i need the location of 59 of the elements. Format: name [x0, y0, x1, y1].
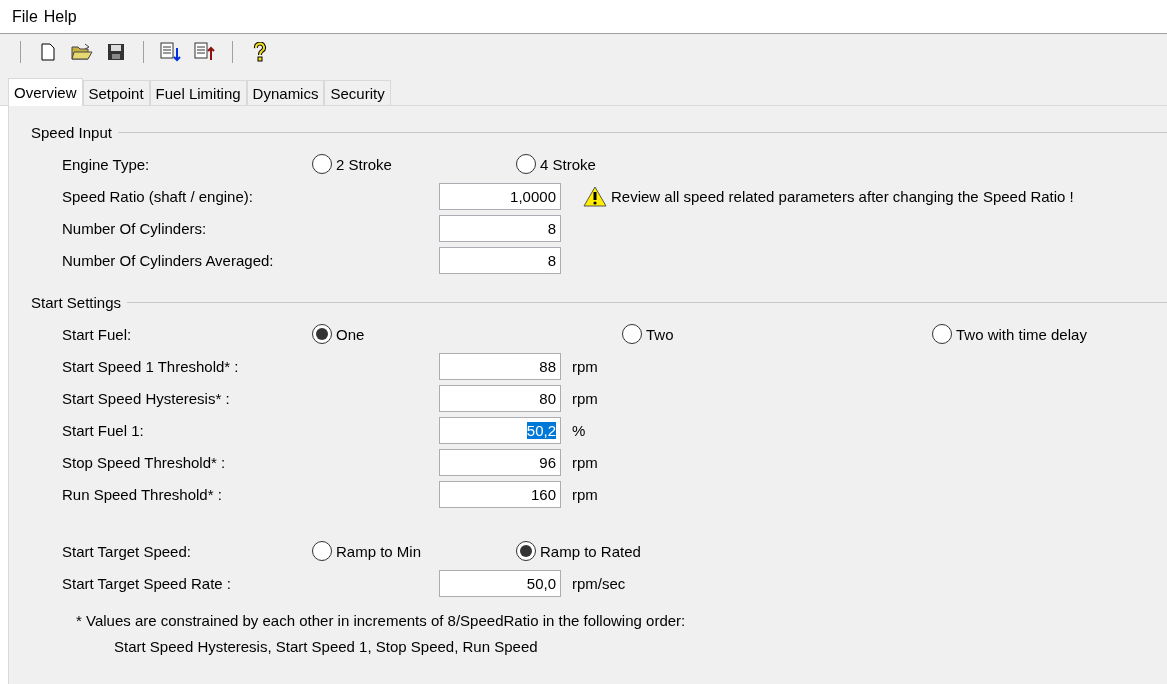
field-label: Stop Speed Threshold* :: [62, 453, 227, 471]
warning-text: Review all speed related parameters after changing the Speed Ratio !: [611, 187, 1074, 205]
radio-button[interactable]: [312, 154, 332, 174]
document-down-arrow-icon: [160, 41, 182, 62]
field-label: Number Of Cylinders Averaged:: [62, 251, 275, 269]
tab[interactable]: Fuel Limiting: [149, 80, 247, 105]
unit-label: rpm/sec: [572, 574, 626, 592]
input-field[interactable]: 50,2: [439, 416, 561, 444]
radio-button[interactable]: [622, 324, 642, 344]
radio-label: Two: [646, 325, 674, 343]
unit-label: rpm: [572, 357, 598, 375]
menu-item[interactable]: Help: [43, 7, 77, 26]
tab[interactable]: Setpoint: [82, 80, 150, 105]
field-label: Start Speed Hysteresis* :: [62, 389, 231, 407]
field-label: Start Fuel:: [62, 325, 133, 343]
document-up-arrow-icon: [194, 41, 216, 62]
field-label: Number Of Cylinders:: [62, 219, 208, 237]
unit-label: rpm: [572, 389, 598, 407]
unit-label: rpm: [572, 453, 598, 471]
field-label: Start Target Speed Rate :: [62, 574, 232, 592]
field-label: Engine Type:: [62, 155, 151, 173]
field-label: Speed Ratio (shaft / engine):: [62, 187, 254, 205]
radio-button[interactable]: [516, 154, 536, 174]
field-label: Run Speed Threshold* :: [62, 485, 223, 503]
help-icon: [253, 41, 267, 62]
tab[interactable]: Overview: [8, 78, 83, 106]
tab[interactable]: Dynamics: [246, 80, 325, 105]
section-title: Start Settings: [31, 293, 122, 311]
input-field[interactable]: 80: [439, 384, 561, 412]
section-title: Speed Input: [31, 123, 112, 141]
input-field[interactable]: 1,0000: [439, 182, 561, 210]
field-label: Start Target Speed:: [62, 542, 192, 560]
radio-label: 2 Stroke: [336, 155, 392, 173]
warning-icon: [583, 185, 607, 207]
input-field[interactable]: 8: [439, 246, 561, 274]
input-field[interactable]: 96: [439, 448, 561, 476]
radio-button[interactable]: [312, 324, 332, 344]
input-field[interactable]: 88: [439, 352, 561, 380]
new-file-icon: [41, 42, 55, 61]
radio-button[interactable]: [312, 541, 332, 561]
radio-button[interactable]: [932, 324, 952, 344]
input-field[interactable]: 50,0: [439, 569, 561, 597]
unit-label: rpm: [572, 485, 598, 503]
field-label: Start Fuel 1:: [62, 421, 145, 439]
radio-label: One: [336, 325, 365, 343]
field-label: Start Speed 1 Threshold* :: [62, 357, 240, 375]
menu-item[interactable]: File: [12, 7, 38, 26]
unit-label: %: [572, 421, 586, 439]
input-field[interactable]: 8: [439, 214, 561, 242]
footnote-text: Start Speed Hysteresis, Start Speed 1, Stop Speed, Run Speed: [113, 636, 539, 657]
radio-label: Ramp to Rated: [540, 542, 641, 560]
folder-icon: [71, 42, 93, 61]
radio-label: Two with time delay: [956, 325, 1087, 343]
radio-button[interactable]: [516, 541, 536, 561]
radio-label: Ramp to Min: [336, 542, 422, 560]
input-field[interactable]: 160: [439, 480, 561, 508]
tab[interactable]: Security: [324, 80, 391, 105]
footnote-text: * Values are constrained by each other in increments of 8/SpeedRatio in the following order:: [75, 610, 687, 631]
radio-label: 4 Stroke: [540, 155, 596, 173]
